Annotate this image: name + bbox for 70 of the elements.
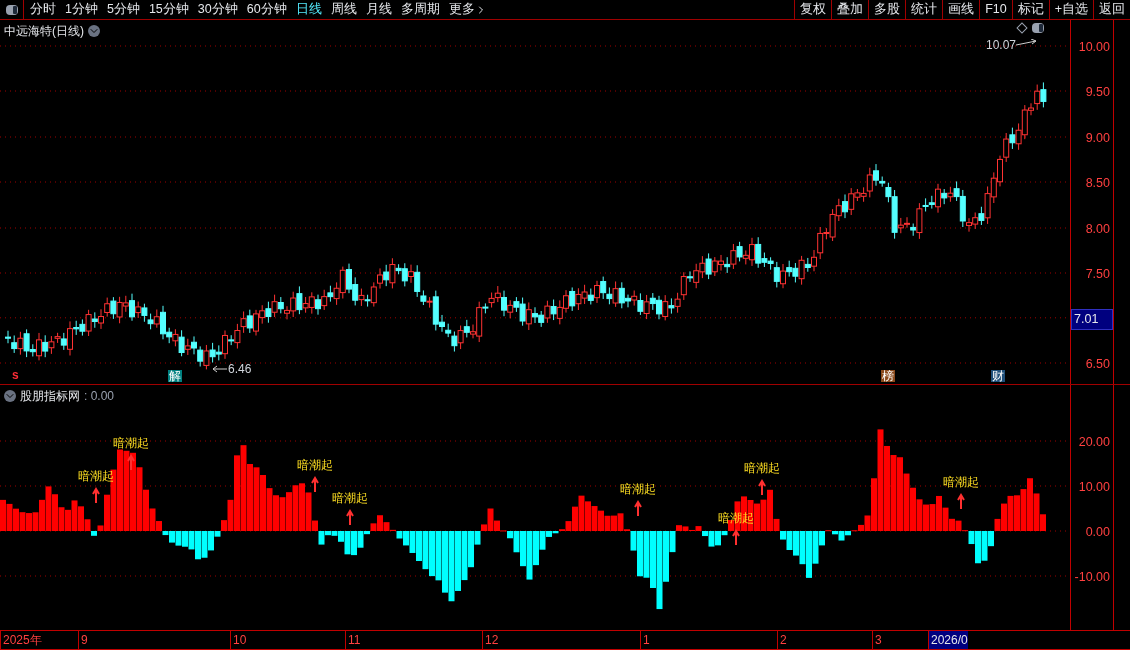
period-tab[interactable]: 1分钟 xyxy=(65,3,98,16)
panel-toggle-icon[interactable] xyxy=(1032,23,1044,33)
period-tab[interactable]: 多周期 xyxy=(400,3,440,16)
up-arrow-icon xyxy=(127,454,135,471)
date-label: 11 xyxy=(345,631,361,649)
date-label: 2 xyxy=(777,631,787,649)
period-tab[interactable]: 分时 xyxy=(30,3,56,16)
up-arrow-icon xyxy=(634,500,642,517)
up-arrow-icon xyxy=(311,476,319,493)
period-tab[interactable]: 周线 xyxy=(330,3,357,16)
indicator-title: 股朋指标网 xyxy=(20,388,80,405)
up-arrow-icon xyxy=(957,493,965,510)
event-badge[interactable]: 财 xyxy=(991,370,1005,382)
toolbar-button[interactable]: 多股 xyxy=(868,0,906,19)
last-price-label: 7.01 xyxy=(1071,308,1113,330)
toolbar-button[interactable]: 复权 xyxy=(794,0,832,19)
date-label: 2025年 xyxy=(0,631,42,649)
toolbar-button[interactable]: 统计 xyxy=(905,0,943,19)
date-label: 2026/0 xyxy=(928,631,968,649)
axis-label: 9.00 xyxy=(1085,130,1110,147)
period-tab[interactable]: 月线 xyxy=(365,3,392,16)
date-label: 10 xyxy=(230,631,247,649)
signal-label: 暗潮起 xyxy=(113,437,149,449)
toolbar-button[interactable]: 画线 xyxy=(942,0,980,19)
signal-mark: s xyxy=(12,369,19,381)
event-badge[interactable]: 解 xyxy=(168,370,182,382)
signal-label: 暗潮起 xyxy=(943,476,979,488)
period-tab[interactable]: 15分钟 xyxy=(148,3,189,16)
axis-label: 9.50 xyxy=(1085,84,1110,101)
period-tab[interactable]: 60分钟 xyxy=(246,3,287,16)
up-arrow-icon xyxy=(732,529,740,546)
axis-label: 10.00 xyxy=(1078,479,1110,496)
axis-label: 8.00 xyxy=(1085,221,1110,238)
indicator-value: : 0.00 xyxy=(84,388,115,405)
chart-title: 中远海特(日线) xyxy=(4,23,84,40)
up-arrow-icon xyxy=(346,509,354,526)
axis-label: 20.00 xyxy=(1078,434,1110,451)
event-badge[interactable]: 榜 xyxy=(881,370,895,382)
dropdown-icon[interactable] xyxy=(4,390,16,402)
signal-label: 暗潮起 xyxy=(620,483,656,495)
toolbar-button[interactable]: 标记 xyxy=(1011,0,1049,19)
axis-label: 7.50 xyxy=(1085,266,1110,283)
toolbar-button[interactable]: 叠加 xyxy=(831,0,869,19)
high-price-label: 10.07 xyxy=(986,37,1017,54)
low-price-label: 6.46 xyxy=(228,361,252,378)
up-arrow-icon xyxy=(92,487,100,504)
period-tab[interactable]: 30分钟 xyxy=(197,3,238,16)
toolbar-button[interactable]: F10 xyxy=(979,0,1012,19)
date-label: 3 xyxy=(872,631,882,649)
signal-label: 暗潮起 xyxy=(332,492,368,504)
period-tab[interactable]: 5分钟 xyxy=(106,3,140,16)
arrow-icon xyxy=(1016,39,1039,47)
toolbar-button[interactable]: 返回 xyxy=(1093,0,1130,19)
axis-label: 0.00 xyxy=(1085,524,1110,541)
signal-label: 暗潮起 xyxy=(718,512,754,524)
dropdown-icon[interactable] xyxy=(88,25,100,37)
date-label: 1 xyxy=(640,631,650,649)
up-arrow-icon xyxy=(758,479,766,496)
axis-label: -10.00 xyxy=(1074,569,1110,586)
axis-label: 10.00 xyxy=(1078,39,1110,56)
axis-label: 6.50 xyxy=(1085,356,1110,373)
signal-label: 暗潮起 xyxy=(297,459,333,471)
arrow-icon xyxy=(212,365,228,373)
period-tab[interactable]: 更多 xyxy=(448,3,487,16)
signal-label: 暗潮起 xyxy=(744,462,780,474)
period-tab[interactable]: 日线 xyxy=(295,3,322,16)
date-label: 9 xyxy=(78,631,88,649)
axis-label: 8.50 xyxy=(1085,175,1110,192)
toolbar-button[interactable]: +自选 xyxy=(1048,0,1093,19)
date-label: 12 xyxy=(482,631,499,649)
